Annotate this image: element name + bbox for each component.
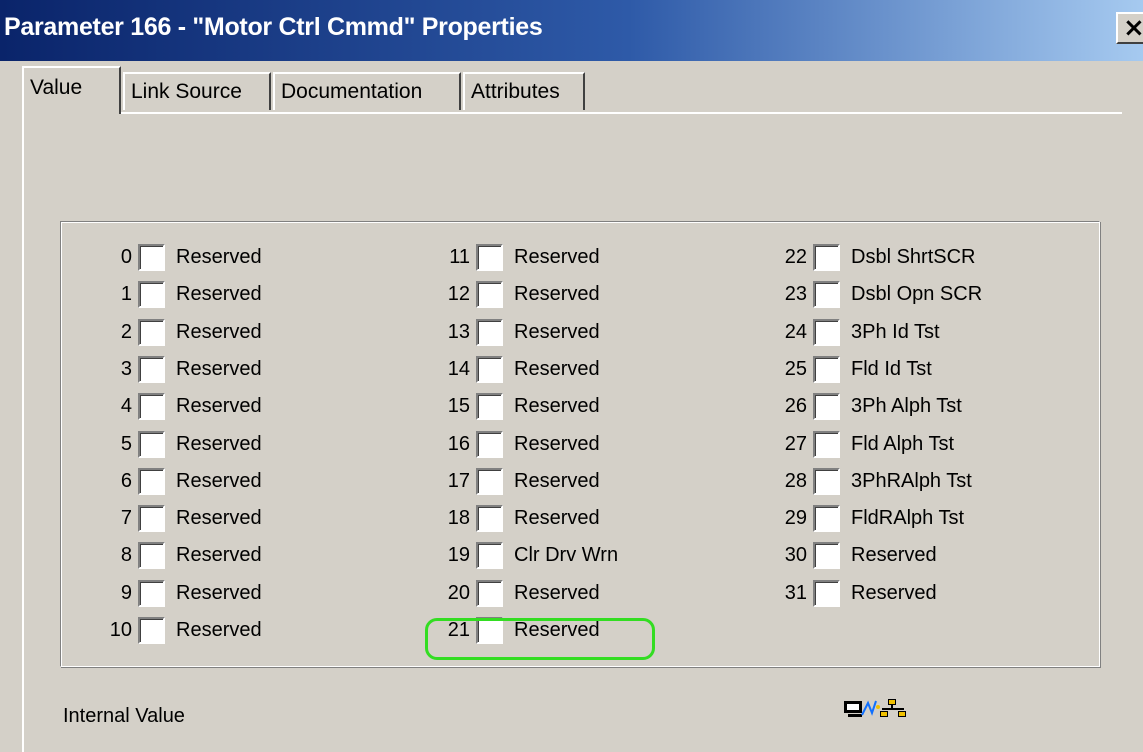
tab-documentation[interactable]: Documentation	[273, 72, 461, 110]
tab-value-label: Value	[30, 76, 83, 99]
tab-documentation-label: Documentation	[281, 80, 423, 103]
close-button[interactable]: ×	[1116, 12, 1143, 44]
tab-link-source[interactable]: Link Source	[123, 72, 271, 110]
close-icon: ×	[1123, 13, 1143, 43]
tab-value[interactable]: Value	[22, 66, 121, 114]
title-bar: Parameter 166 - "Motor Ctrl Cmmd" Proper…	[0, 0, 1143, 61]
window-title: Parameter 166 - "Motor Ctrl Cmmd" Proper…	[4, 13, 543, 41]
tab-attributes[interactable]: Attributes	[463, 72, 585, 110]
highlight-annotation	[425, 618, 655, 660]
tab-link-source-label: Link Source	[131, 80, 242, 103]
tab-attributes-label: Attributes	[471, 80, 560, 103]
